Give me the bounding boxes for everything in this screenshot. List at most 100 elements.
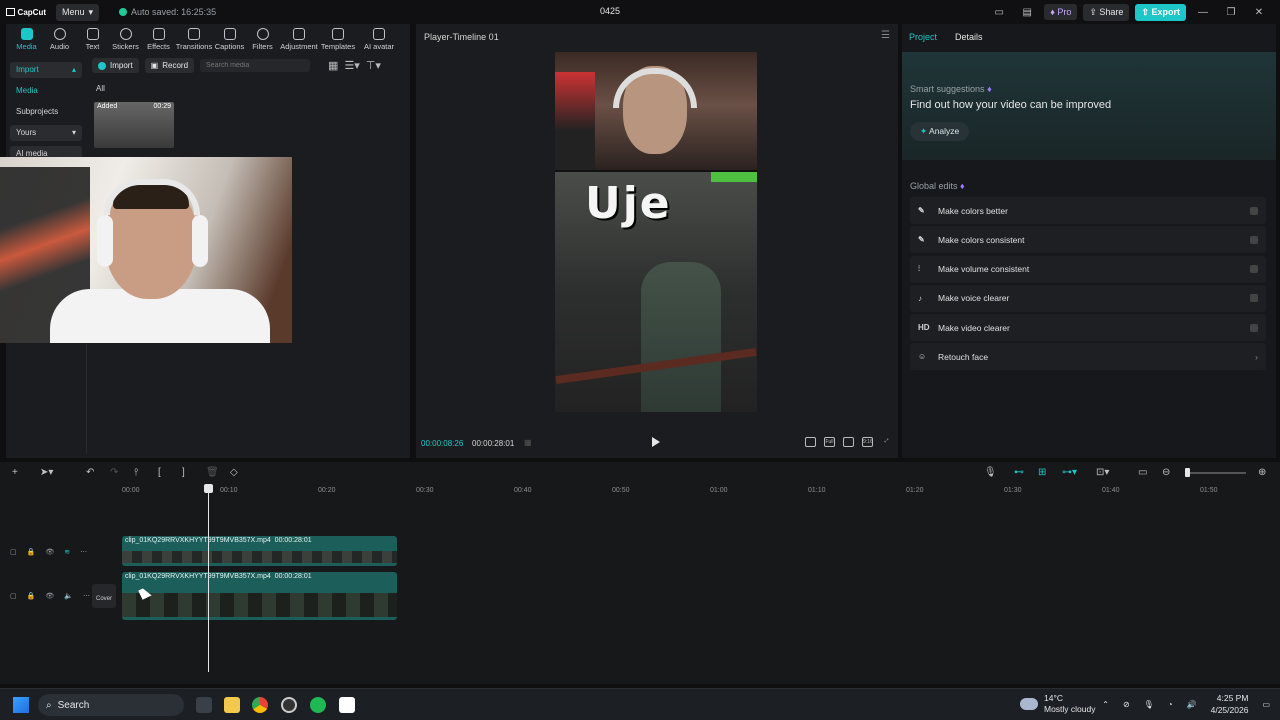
analyze-button[interactable]: ✦ Analyze [910,122,970,141]
toggle[interactable] [1250,323,1258,332]
lock-icon[interactable]: 🔒 [27,592,36,600]
split-icon[interactable]: ⫯ [134,467,138,478]
media-thumbnail[interactable]: Added 00:29 [94,102,174,148]
toggle[interactable] [1250,206,1258,215]
capcut-taskbar-icon[interactable] [339,697,355,713]
fullscreen-icon[interactable]: ⤢ [881,437,892,447]
pro-button[interactable]: ♦ Pro [1044,4,1078,20]
network-off-icon[interactable]: ⊘ [1123,700,1130,709]
chevron-up-icon[interactable]: ⌃ [1102,700,1109,709]
video-preview[interactable]: Uje [555,52,757,412]
tab-stickers[interactable]: Stickers [109,28,142,51]
obs-icon[interactable] [281,697,297,713]
timecode-icon[interactable]: ▦ [524,438,532,447]
audio-wave-icon[interactable]: ≋ [64,548,70,556]
focus-icon[interactable] [843,437,854,447]
windows-start-icon[interactable] [13,697,29,713]
delete-icon[interactable]: 🗑 [206,467,219,478]
preview-axis-icon[interactable]: ⊡▾ [1096,467,1109,478]
menu-button[interactable]: Menu ▾ [56,3,100,21]
undo-icon[interactable]: ↶ [86,467,94,478]
record-button[interactable]: ▣ Record [144,58,195,73]
list-item[interactable]: ♪ Make voice clearer [910,284,1266,312]
tab-ai-avatar[interactable]: AI avatar [357,28,401,51]
close-icon[interactable]: ✕ [1248,7,1270,18]
zoom-in-icon[interactable]: ⊕ [1258,467,1266,478]
chrome-icon[interactable] [252,697,268,713]
play-icon[interactable] [652,437,660,447]
sort-icon[interactable]: ☰▾ [344,59,359,72]
taskbar-search[interactable]: ⌕ Search [38,694,184,716]
speaker-icon[interactable]: 🔈 [64,592,73,600]
tab-filters[interactable]: Filters [246,28,279,51]
share-button[interactable]: ⇪ Share [1083,3,1130,21]
import-button[interactable]: Import [92,58,139,73]
project-title[interactable]: 0425 [600,6,620,16]
spotify-icon[interactable] [310,697,326,713]
zoom-slider[interactable] [1190,472,1246,474]
video-clip-main[interactable]: clip_01KQ29RRVXKHYYT99T9MVB357X.mp4 00:0… [122,572,397,620]
sidebar-item-media[interactable]: Media [10,83,82,99]
toggle[interactable] [1250,265,1258,274]
wifi-icon[interactable]: ◔ [1168,700,1173,709]
tab-text[interactable]: Text [76,28,109,51]
snap-icon[interactable]: ⊶▾ [1062,467,1077,478]
trim-right-icon[interactable]: ] [182,467,185,478]
eye-icon[interactable]: 👁 [45,592,54,600]
cover-button[interactable]: Cover [92,584,116,608]
tab-transitions[interactable]: Transitions [175,28,213,51]
volume-icon[interactable]: 🔊 [1187,700,1197,709]
shortcut-icon[interactable]: ▤ [1016,7,1038,18]
select-tool-icon[interactable]: ➤▾ [40,467,53,478]
zoom-out-icon[interactable]: ⊖ [1162,467,1170,478]
tab-project[interactable]: Project [909,32,937,42]
video-clip-overlay[interactable]: clip_01KQ29RRVXKHYYT99T9MVB357X.mp4 00:0… [122,536,397,566]
full-quality-button[interactable]: Full [824,437,835,447]
all-filter-label[interactable]: All [96,84,105,93]
sidebar-item-subprojects[interactable]: Subprojects [10,104,82,120]
tab-templates[interactable]: Templates [319,28,357,51]
toggle[interactable] [1250,235,1258,244]
more-icon[interactable]: ⋯ [83,592,90,600]
notification-icon[interactable]: ▭ [1262,700,1270,709]
list-item[interactable]: ☺ Retouch face › [910,343,1266,371]
playhead[interactable] [208,484,209,672]
tab-details[interactable]: Details [955,32,983,42]
weather-widget[interactable]: 14°C Mostly cloudy [1020,693,1096,715]
restore-icon[interactable]: ❐ [1220,7,1242,18]
ratio-button[interactable]: 9:16 [862,437,873,447]
zoom-slider-knob[interactable] [1185,468,1190,477]
tab-captions[interactable]: Captions [213,28,246,51]
clock[interactable]: 4:25 PM 4/25/2026 [1211,692,1249,716]
list-item[interactable]: ✎ Make colors consistent [910,226,1266,254]
task-view-icon[interactable] [196,697,212,713]
list-item[interactable]: HD Make video clearer [910,314,1266,342]
lock-icon[interactable]: 🔒 [27,548,36,556]
microphone-icon[interactable]: 🎙 [1144,700,1154,709]
grid-view-icon[interactable]: ▦ [328,59,338,72]
more-icon[interactable]: ⋯ [80,548,87,556]
sidebar-item-import[interactable]: Import ▴ [10,62,82,78]
microphone-icon[interactable]: 🎙 [984,467,997,478]
redo-icon[interactable]: ↷ [110,467,118,478]
sidebar-item-yours[interactable]: Yours ▾ [10,125,82,141]
file-explorer-icon[interactable] [224,697,240,713]
timeline-ruler[interactable]: 00:00 00:10 00:20 00:30 00:40 00:50 01:0… [122,486,1272,496]
list-item[interactable]: ✎ Make colors better [910,197,1266,224]
toggle[interactable] [1250,294,1258,303]
add-icon[interactable]: + [12,467,18,478]
magnet-icon[interactable]: ⊞ [1038,467,1046,478]
export-button[interactable]: ⇧ Export [1135,3,1186,21]
caption-icon[interactable]: ▭ [1138,467,1147,478]
tab-audio[interactable]: Audio [43,28,76,51]
player-menu-icon[interactable]: ☰ [881,30,890,41]
search-media-input[interactable] [200,59,311,72]
tab-adjustment[interactable]: Adjustment [279,28,319,51]
filter-icon[interactable]: ⊤▾ [366,59,381,72]
minimize-icon[interactable]: — [1192,7,1214,18]
list-item[interactable]: ⫶ Make volume consistent [910,255,1266,283]
tab-media[interactable]: Media [10,28,43,51]
link-icon[interactable]: ⊷ [1014,467,1024,478]
eye-icon[interactable]: 👁 [45,548,54,556]
crop-icon[interactable] [805,437,816,447]
